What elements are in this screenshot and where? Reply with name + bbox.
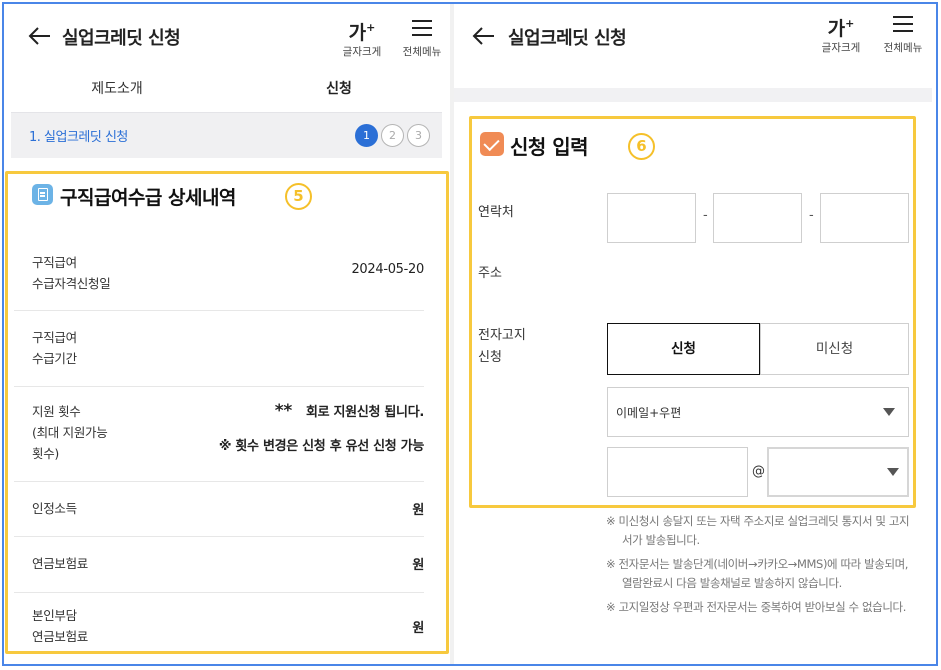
row-label: 구직급여 수급기간 [32, 330, 77, 366]
font-size-icon: 가+ [348, 21, 376, 44]
section-gap [454, 88, 932, 102]
full-menu-button[interactable]: 전체메뉴 [875, 12, 931, 55]
right-screen: 실업크레딧 신청 가+ 글자크게 전체메뉴 신청 입력 6 연락처 - - 주소… [454, 4, 932, 664]
right-header: 실업크레딧 신청 가+ 글자크게 전체메뉴 [454, 4, 932, 66]
step-1: 1 [355, 124, 378, 147]
detail-row-pension-premium: 연금보험료 원 [14, 537, 424, 593]
phone-label: 연락처 [478, 205, 514, 220]
email-at-sign: @ [752, 464, 765, 479]
row-label: 구직급여 수급자격신청일 [32, 255, 111, 291]
arrow-left-icon[interactable] [28, 26, 52, 46]
count-change-note: ※ 횟수 변경은 신청 후 유선 신청 가능 [218, 439, 424, 454]
email-domain-select[interactable] [767, 447, 909, 497]
tab-apply[interactable]: 신청 [228, 66, 450, 116]
row-value: 원 [412, 621, 424, 636]
step-2: 2 [381, 124, 404, 147]
font-size-button[interactable]: 가+ 글자크게 [813, 12, 869, 55]
detail-row-qualification-date: 구직급여 수급자격신청일 2024-05-20 [14, 234, 424, 311]
full-menu-label: 전체메뉴 [402, 46, 442, 58]
count-suffix: 회로 지원신청 됩니다. [305, 405, 424, 420]
full-menu-button[interactable]: 전체메뉴 [394, 16, 450, 59]
full-menu-label: 전체메뉴 [883, 42, 923, 54]
step-3: 3 [407, 124, 430, 147]
hamburger-icon [412, 20, 432, 36]
phone-separator: - [809, 208, 814, 223]
tab-bar: 제도소개 신청 [6, 66, 450, 116]
e-notice-label: 전자고지 신청 [478, 328, 526, 365]
e-notice-decline-toggle[interactable]: 미신청 [760, 323, 909, 375]
section-title-benefit-detail: 구직급여수급 상세내역 [60, 187, 236, 209]
row-label: 지원 횟수 (최대 지원가능 횟수) [32, 404, 108, 461]
detail-row-support-count: 지원 횟수 (최대 지원가능 횟수) ** 회로 지원신청 됩니다. ※ 횟수 변경은… [14, 387, 424, 482]
caret-down-icon [887, 468, 899, 476]
row-value: 2024-05-20 [351, 262, 424, 277]
section-title-apply-input: 신청 입력 [510, 135, 589, 159]
detail-row-recognized-income: 인정소득 원 [14, 482, 424, 537]
font-size-icon: 가+ [827, 17, 855, 40]
callout-badge-5: 5 [285, 183, 312, 210]
font-size-label: 글자크게 [821, 42, 861, 54]
email-id-input[interactable] [607, 447, 748, 497]
phone-separator: - [703, 208, 708, 223]
note-item: ※ 고지일정상 우편과 전자문서는 중복하여 받아보실 수 없습니다. [606, 600, 906, 614]
caret-down-icon [883, 408, 895, 416]
phone-part-1-input[interactable] [607, 193, 696, 243]
support-count-value: ** 회로 지원신청 됩니다. [274, 401, 425, 421]
e-notice-apply-toggle[interactable]: 신청 [607, 323, 760, 375]
page-title: 실업크레딧 신청 [62, 28, 181, 49]
tab-intro[interactable]: 제도소개 [6, 66, 228, 116]
step-indicators: 1 2 3 [355, 124, 430, 147]
left-header: 실업크레딧 신청 가+ 글자크게 전체메뉴 [6, 4, 450, 66]
font-size-button[interactable]: 가+ 글자크게 [334, 16, 390, 59]
masked-count: ** [274, 401, 292, 421]
callout-badge-6: 6 [628, 133, 655, 160]
detail-row-benefit-period: 구직급여 수급기간 [14, 311, 424, 387]
phone-part-2-input[interactable] [713, 193, 802, 243]
page-title: 실업크레딧 신청 [508, 28, 627, 49]
row-label: 연금보험료 [32, 556, 89, 571]
row-value: 원 [412, 558, 424, 573]
row-label: 인정소득 [32, 501, 77, 516]
benefit-detail-list: 구직급여 수급자격신청일 2024-05-20 구직급여 수급기간 지원 횟수 (최대… [14, 234, 424, 653]
arrow-left-icon[interactable] [472, 26, 496, 46]
hamburger-icon [893, 16, 913, 32]
detail-row-own-pension-premium: 본인부담 연금보험료 원 [14, 593, 424, 653]
font-size-label: 글자크게 [342, 46, 382, 58]
checkbox-checked-icon [480, 132, 504, 156]
note-item: ※ 전자문서는 발송단계(네이버→카카오→MMS)에 따라 발송되며, 열람완료… [606, 557, 909, 590]
step-progress-bar: 1. 실업크레딧 신청 1 2 3 [11, 112, 442, 158]
address-label: 주소 [478, 266, 502, 281]
row-label: 본인부담 연금보험료 [32, 608, 89, 644]
row-value: 원 [412, 503, 424, 518]
notice-method-select[interactable]: 이메일+우편 [607, 387, 909, 437]
notice-method-value: 이메일+우편 [616, 406, 682, 420]
document-icon [32, 184, 53, 205]
notice-notes: ※ 미신청시 송달지 또는 자택 주소지로 실업크레딧 통지서 및 고지서가 발… [606, 512, 912, 622]
step-label: 1. 실업크레딧 신청 [29, 130, 128, 145]
note-item: ※ 미신청시 송달지 또는 자택 주소지로 실업크레딧 통지서 및 고지서가 발… [606, 514, 910, 547]
phone-part-3-input[interactable] [820, 193, 909, 243]
